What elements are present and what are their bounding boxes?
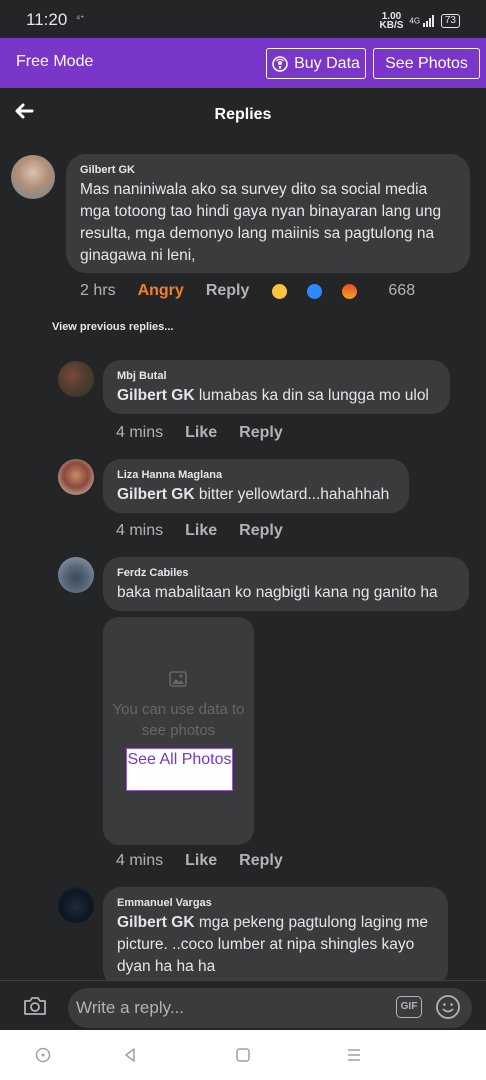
reply-composer: Write a reply... GIF <box>0 980 486 1030</box>
free-mode-label: Free Mode <box>16 53 94 70</box>
comment-text: Mas naniniwala ako sa survey dito sa soc… <box>80 181 442 264</box>
signal-icon: 4G <box>409 15 434 27</box>
reply-time: 4 mins <box>116 522 164 539</box>
reply-actions: 4 mins Like Reply <box>116 852 305 870</box>
mention-link[interactable]: Gilbert GK <box>117 914 195 931</box>
reply-input[interactable]: Write a reply... GIF <box>68 988 472 1028</box>
main-comment-actions: 2 hrs Angry Reply 668 <box>80 282 437 300</box>
camera-icon[interactable] <box>22 995 48 1017</box>
buy-data-label: Buy Data <box>294 54 360 72</box>
status-bar: 11:20 ⁴ᐩ 1.00 KB/S 4G 73 <box>0 0 486 38</box>
view-previous-replies[interactable]: View previous replies... <box>52 321 173 333</box>
reply-actions: 4 mins Like Reply <box>116 424 305 442</box>
like-button[interactable]: Like <box>185 852 217 870</box>
reply-button[interactable]: Reply <box>239 852 283 870</box>
reply-time: 4 mins <box>116 852 164 869</box>
reply-bubble[interactable]: Ferdz Cabiles baka mabalitaan ko nagbigt… <box>103 557 469 611</box>
reaction-summary[interactable] <box>271 282 380 300</box>
mention-link[interactable]: Gilbert GK <box>117 387 195 404</box>
reply-text: lumabas ka din sa lungga mo ulol <box>194 387 429 404</box>
reply-button[interactable]: Reply <box>239 424 283 442</box>
avatar[interactable] <box>58 459 94 495</box>
like-button[interactable]: Like <box>185 424 217 442</box>
replies-header: Replies <box>0 88 486 144</box>
comment-author[interactable]: Gilbert GK <box>80 164 456 176</box>
status-time: 11:20 <box>26 10 68 29</box>
reply-button[interactable]: Reply <box>206 282 250 300</box>
nav-home-icon[interactable] <box>34 1046 52 1064</box>
mention-link[interactable]: Gilbert GK <box>117 486 195 503</box>
avatar[interactable] <box>58 361 94 397</box>
free-mode-bar: Free Mode Buy Data See Photos <box>0 38 486 88</box>
reply-author[interactable]: Liza Hanna Maglana <box>117 469 395 481</box>
reply-time: 4 mins <box>116 424 164 441</box>
emoji-icon[interactable] <box>435 994 461 1020</box>
system-nav-bar <box>0 1030 486 1080</box>
nav-recents-icon[interactable] <box>234 1046 252 1064</box>
notification-icon: ⁴ᐩ <box>76 14 85 25</box>
reaction-button[interactable]: Angry <box>138 282 184 300</box>
page-title: Replies <box>214 106 272 123</box>
reply-bubble[interactable]: Liza Hanna Maglana Gilbert GK bitter yel… <box>103 459 409 513</box>
nav-menu-icon[interactable] <box>345 1046 363 1064</box>
status-indicators: 1.00 KB/S 4G 73 <box>379 11 460 31</box>
haha-reaction-icon <box>271 282 289 300</box>
reply-author[interactable]: Ferdz Cabiles <box>117 567 455 579</box>
image-placeholder-icon <box>169 671 187 687</box>
avatar[interactable] <box>11 155 55 199</box>
buy-data-button[interactable]: Buy Data <box>266 48 366 79</box>
reply-author[interactable]: Mbj Butal <box>117 370 436 382</box>
reply-actions: 4 mins Like Reply <box>116 522 305 540</box>
main-comment-bubble[interactable]: Gilbert GK Mas naniniwala ako sa survey … <box>66 154 470 273</box>
nav-back-icon[interactable] <box>121 1046 139 1064</box>
photo-placeholder[interactable]: You can use data to see photos See All P… <box>103 617 254 845</box>
reply-text: bitter yellowtard...hahahhah <box>194 486 390 503</box>
reply-text: baka mabalitaan ko nagbigti kana ng gani… <box>117 584 438 601</box>
reply-author[interactable]: Emmanuel Vargas <box>117 897 434 909</box>
reply-bubble[interactable]: Emmanuel Vargas Gilbert GK mga pekeng pa… <box>103 887 448 987</box>
see-photos-label: See Photos <box>385 54 468 72</box>
reply-placeholder: Write a reply... <box>76 998 185 1017</box>
data-icon <box>272 55 288 72</box>
see-photos-button[interactable]: See Photos <box>373 48 480 79</box>
reaction-count[interactable]: 668 <box>388 282 415 300</box>
avatar[interactable] <box>58 557 94 593</box>
angry-reaction-icon <box>341 282 359 300</box>
like-button[interactable]: Like <box>185 522 217 540</box>
battery-icon: 73 <box>440 14 460 28</box>
comment-time: 2 hrs <box>80 282 116 299</box>
avatar[interactable] <box>58 887 94 923</box>
see-all-photos-button[interactable]: See All Photos <box>126 748 233 791</box>
reply-bubble[interactable]: Mbj Butal Gilbert GK lumabas ka din sa l… <box>103 360 450 414</box>
photo-data-message: You can use data to see photos <box>112 701 245 739</box>
network-speed: 1.00 KB/S <box>379 11 404 31</box>
reply-button[interactable]: Reply <box>239 522 283 540</box>
gif-icon[interactable]: GIF <box>396 996 422 1018</box>
like-reaction-icon <box>306 282 324 300</box>
